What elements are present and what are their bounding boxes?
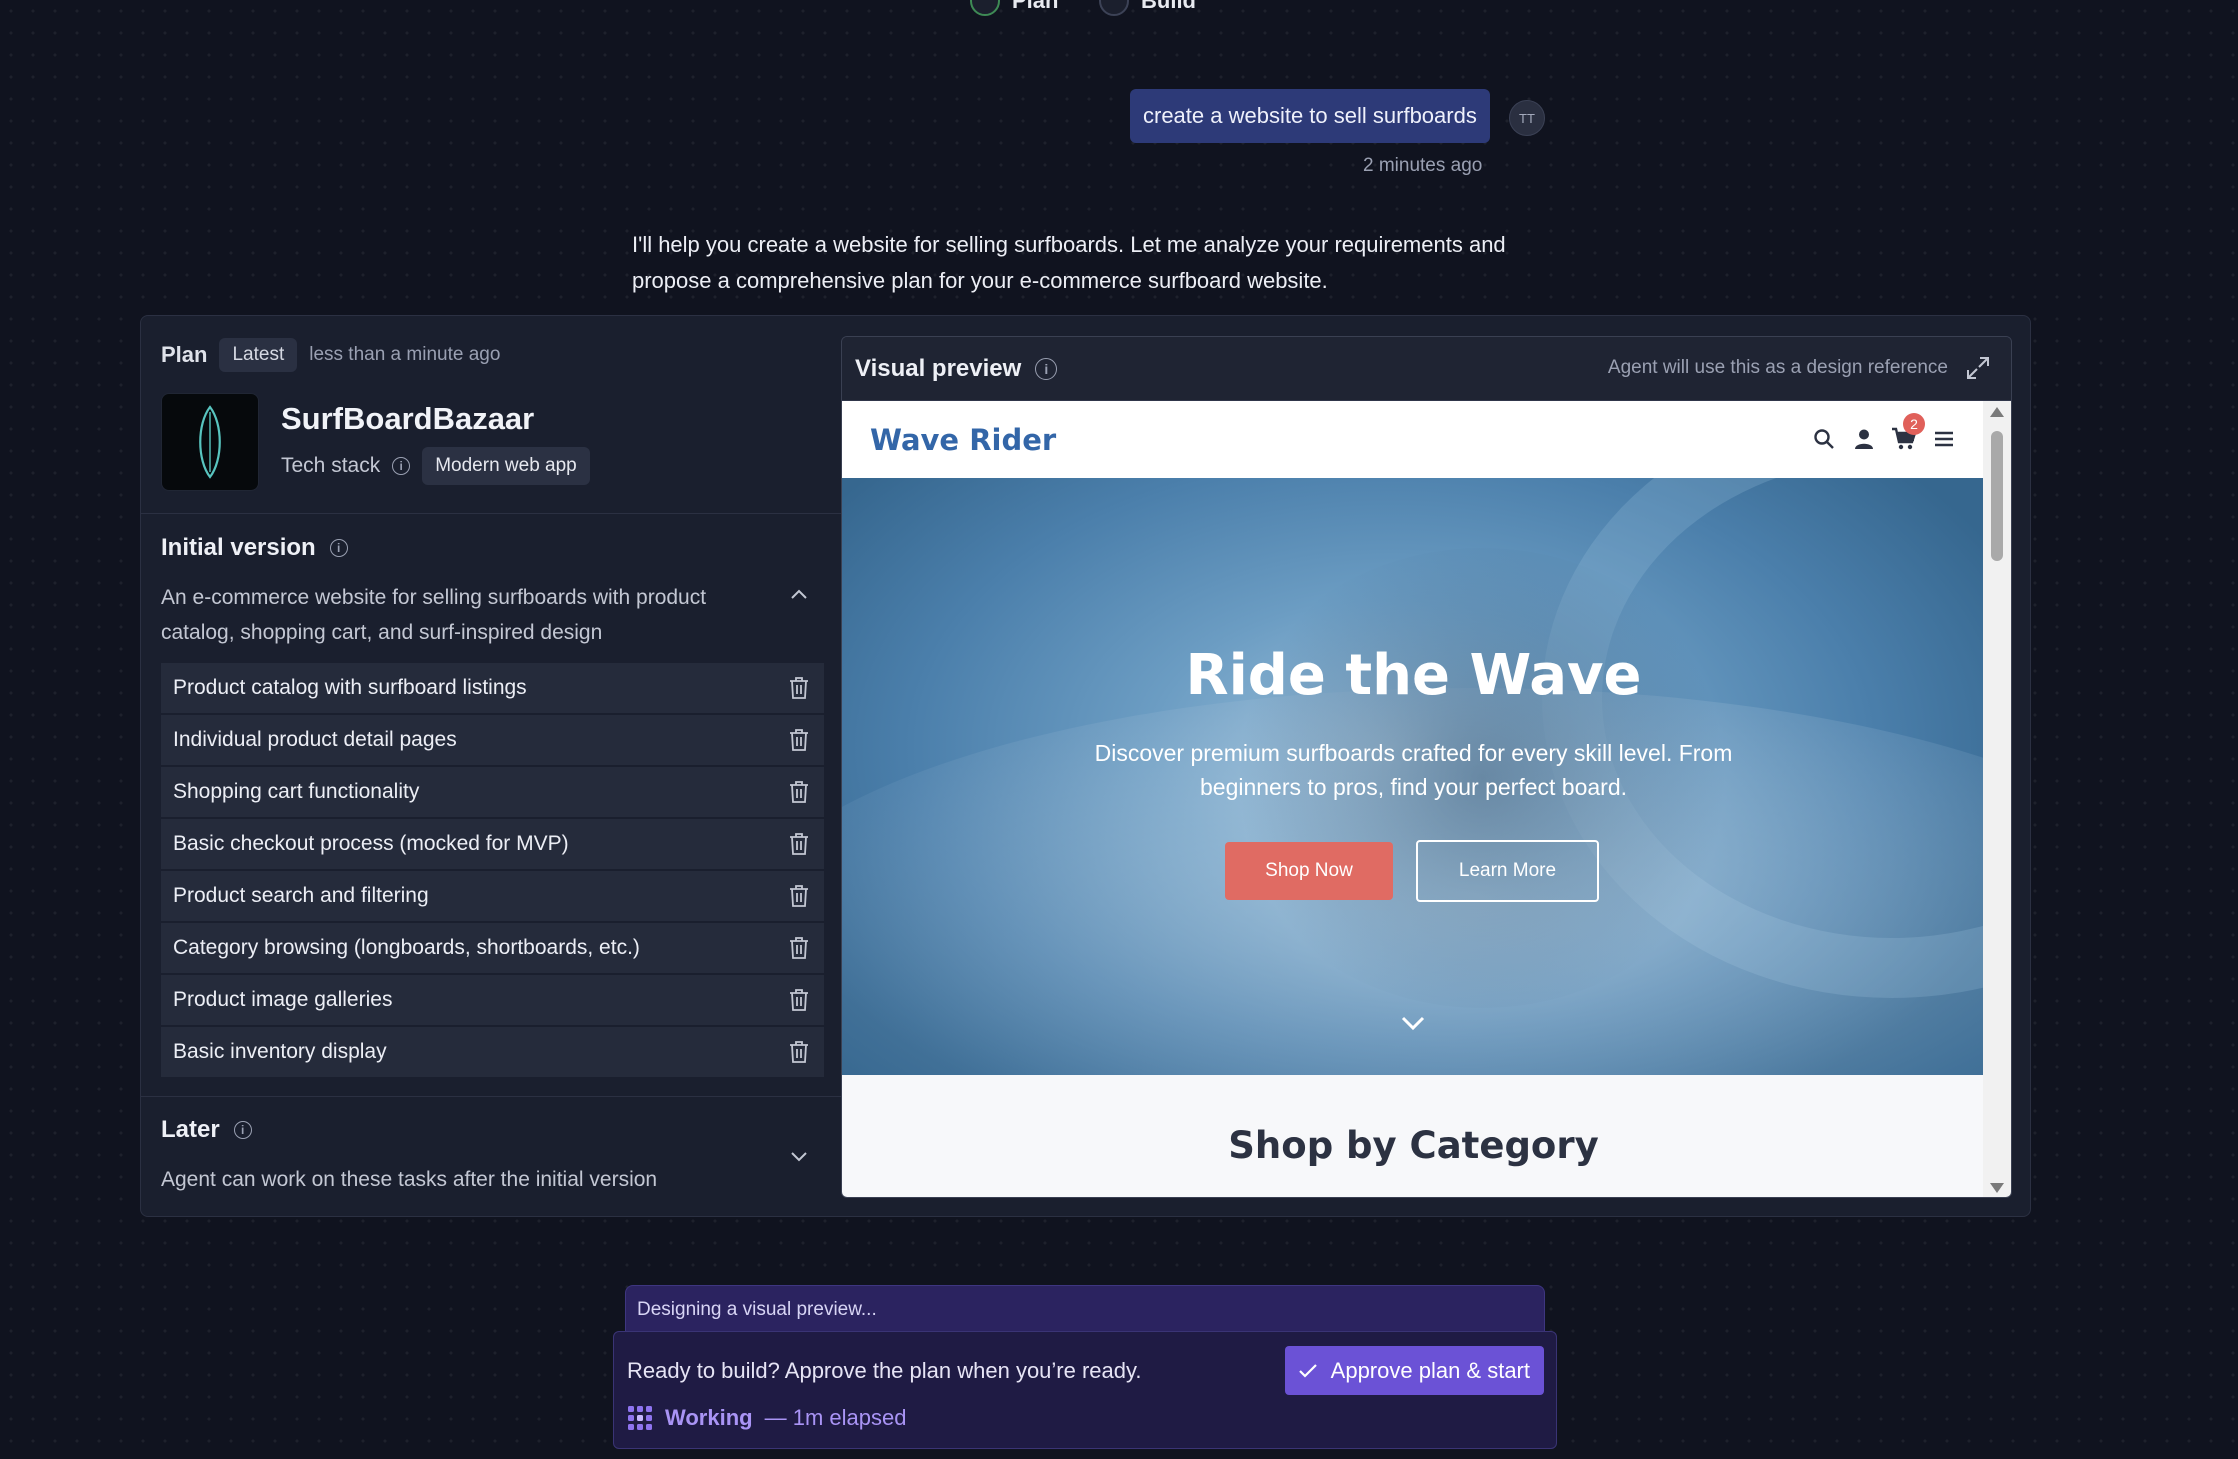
plan-label: Plan — [161, 342, 208, 367]
initial-version-label: Initial version — [161, 534, 316, 561]
feature-item: Product image galleries — [161, 975, 824, 1026]
trash-icon[interactable] — [786, 1039, 812, 1065]
info-icon[interactable]: i — [1035, 357, 1058, 380]
feature-label: Product catalog with surfboard listings — [173, 676, 527, 699]
cart-icon[interactable]: 2 — [1890, 413, 1925, 452]
feature-item: Basic checkout process (mocked for MVP) — [161, 819, 824, 870]
feature-label: Shopping cart functionality — [173, 780, 420, 803]
feature-label: Individual product detail pages — [173, 728, 457, 751]
designing-status: Designing a visual preview... — [625, 1285, 1545, 1332]
user-icon[interactable] — [1850, 425, 1877, 452]
info-icon[interactable]: i — [392, 457, 411, 475]
tab-build[interactable]: Build — [1099, 0, 1196, 16]
assistant-message: I'll help you create a website for selli… — [632, 232, 1506, 293]
hero-subtitle: Discover premium surfboards crafted for … — [1094, 740, 1733, 800]
scroll-down-icon[interactable] — [1398, 1008, 1428, 1038]
latest-badge: Latest — [219, 338, 298, 372]
plan-header: Plan Latest less than a minute ago — [161, 338, 500, 372]
avatar: TT — [1509, 100, 1545, 136]
info-icon[interactable]: i — [329, 539, 348, 557]
later-title: Later i — [161, 1116, 252, 1144]
info-icon[interactable]: i — [233, 1121, 252, 1139]
visual-preview-note: Agent will use this as a design referenc… — [1607, 357, 1948, 378]
plan-timestamp: less than a minute ago — [309, 344, 501, 365]
app-name: SurfBoardBazaar — [281, 401, 535, 436]
message-timestamp: 2 minutes ago — [1363, 155, 1483, 176]
visual-preview-header: Visual preview i Agent will use this as … — [842, 337, 2011, 401]
tab-build-label: Build — [1141, 0, 1196, 13]
trash-icon[interactable] — [786, 675, 812, 701]
feature-label: Product search and filtering — [173, 884, 429, 907]
tech-stack-badge: Modern web app — [422, 447, 590, 485]
hero-title: Ride the Wave — [1185, 643, 1642, 708]
divider — [141, 1096, 841, 1097]
site-nav-icons: 2 — [1810, 413, 1957, 452]
trash-icon[interactable] — [786, 883, 812, 909]
scroll-down-arrow[interactable] — [1990, 1183, 2004, 1193]
plan-card: Plan Latest less than a minute ago SurfB… — [140, 315, 2031, 1217]
site-navbar: Wave Rider 2 — [842, 401, 1985, 478]
feature-item: Shopping cart functionality — [161, 767, 824, 818]
tech-stack-row: Tech stack i Modern web app — [281, 447, 590, 485]
preview-site[interactable]: Wave Rider 2 Ride the Wave Discover prem… — [842, 401, 1985, 1197]
menu-icon[interactable] — [1930, 425, 1957, 452]
shop-by-category-title: Shop by Category — [1228, 1124, 1599, 1167]
visual-preview-panel: Visual preview i Agent will use this as … — [841, 336, 2012, 1198]
learn-more-button[interactable]: Learn More — [1416, 840, 1599, 902]
visual-preview-title: Visual preview — [855, 354, 1022, 382]
approve-panel: Ready to build? Approve the plan when yo… — [613, 1331, 1557, 1449]
tab-plan[interactable]: Plan — [970, 0, 1058, 16]
trash-icon[interactable] — [786, 935, 812, 961]
chevron-up-icon[interactable] — [790, 580, 808, 606]
user-message: create a website to sell surfboards — [1130, 89, 1490, 143]
initial-version-title: Initial version i — [161, 534, 348, 562]
build-tab-icon — [1099, 0, 1129, 16]
plan-tab-icon — [970, 0, 1000, 16]
chevron-down-icon[interactable] — [790, 1143, 808, 1169]
later-label: Later — [161, 1116, 220, 1143]
working-spinner-icon — [628, 1406, 652, 1430]
feature-label: Basic inventory display — [173, 1040, 387, 1063]
approve-plan-label: Approve plan & start — [1330, 1357, 1530, 1383]
working-elapsed: — 1m elapsed — [764, 1405, 907, 1430]
site-logo[interactable]: Wave Rider — [870, 423, 1056, 457]
approve-plan-button[interactable]: Approve plan & start — [1284, 1346, 1544, 1395]
feature-label: Category browsing (longboards, shortboar… — [173, 936, 640, 959]
cart-count-badge: 2 — [1903, 413, 1925, 435]
initial-version-description: An e-commerce website for selling surfbo… — [161, 586, 707, 644]
trash-icon[interactable] — [786, 831, 812, 857]
feature-item: Product search and filtering — [161, 871, 824, 922]
trash-icon[interactable] — [786, 987, 812, 1013]
shop-now-button[interactable]: Shop Now — [1225, 842, 1393, 900]
feature-label: Product image galleries — [173, 988, 393, 1011]
tab-plan-label: Plan — [1012, 0, 1059, 13]
feature-item: Product catalog with surfboard listings — [161, 663, 824, 714]
hero-section: Ride the Wave Discover premium surfboard… — [842, 478, 1985, 1075]
feature-item: Basic inventory display — [161, 1027, 824, 1078]
surfboard-app-icon — [161, 393, 259, 491]
scroll-up-arrow[interactable] — [1990, 407, 2004, 417]
feature-label: Basic checkout process (mocked for MVP) — [173, 832, 569, 855]
preview-scrollbar[interactable] — [1983, 401, 2011, 1197]
trash-icon[interactable] — [786, 779, 812, 805]
feature-list: Product catalog with surfboard listings I… — [161, 663, 824, 1079]
trash-icon[interactable] — [786, 727, 812, 753]
check-icon — [1298, 1363, 1317, 1378]
working-status: Working — 1m elapsed — [627, 1405, 906, 1431]
surfboard-icon — [199, 405, 221, 479]
scrollbar-thumb[interactable] — [1991, 431, 2003, 561]
feature-item: Individual product detail pages — [161, 715, 824, 766]
tech-stack-label: Tech stack — [281, 454, 381, 477]
divider — [141, 513, 841, 514]
search-icon[interactable] — [1810, 425, 1837, 452]
plan-panel: Plan Latest less than a minute ago SurfB… — [141, 316, 841, 1216]
feature-item: Category browsing (longboards, shortboar… — [161, 923, 824, 974]
expand-icon[interactable] — [1965, 355, 1991, 381]
ready-text: Ready to build? Approve the plan when yo… — [627, 1358, 1142, 1383]
working-label: Working — [665, 1405, 753, 1430]
later-description: Agent can work on these tasks after the … — [161, 1168, 658, 1191]
